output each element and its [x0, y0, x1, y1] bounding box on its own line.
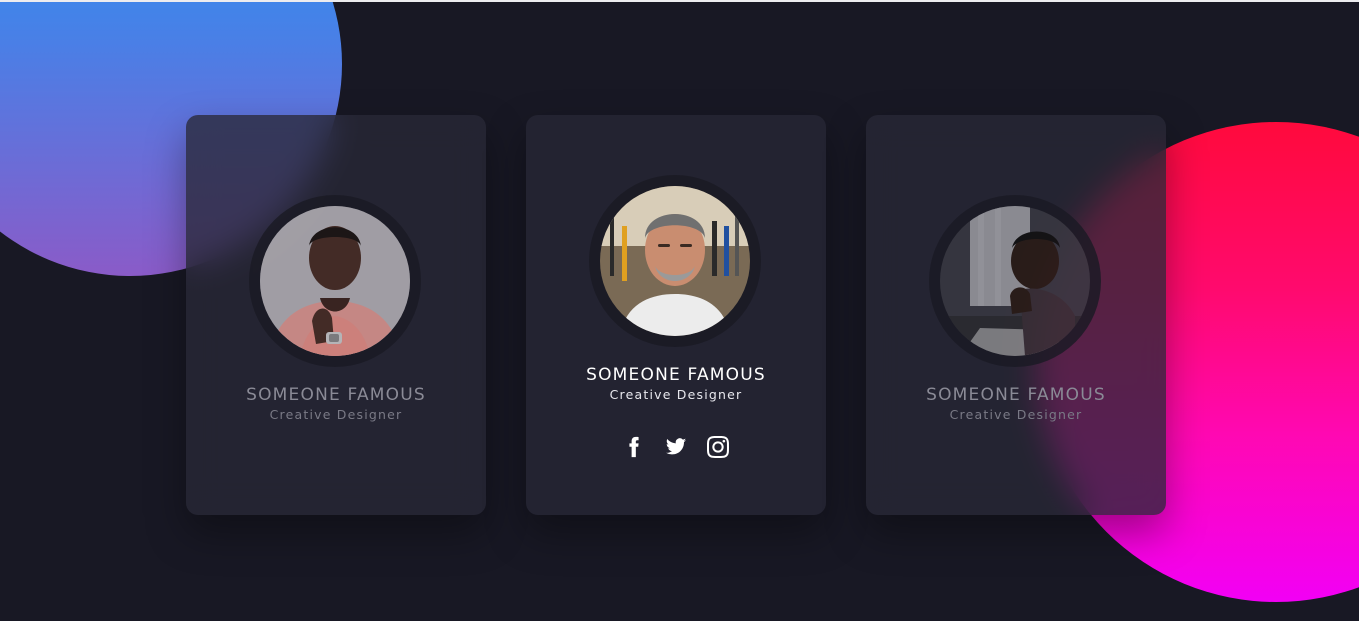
facebook-icon [629, 436, 639, 458]
page: SOMEONE FAMOUS Creative Designer SOMEONE [0, 0, 1359, 621]
instagram-icon [707, 436, 729, 458]
card-role: Creative Designer [609, 387, 743, 402]
avatar-frame [249, 195, 421, 367]
avatar-photo-1 [260, 206, 410, 356]
facebook-link[interactable] [622, 435, 646, 459]
profile-card-1[interactable]: SOMEONE FAMOUS Creative Designer [186, 115, 486, 515]
social-links [526, 435, 826, 459]
avatar-photo-3 [940, 206, 1090, 356]
instagram-link[interactable] [706, 435, 730, 459]
card-name: SOMEONE FAMOUS [926, 385, 1106, 405]
card-name: SOMEONE FAMOUS [586, 365, 766, 385]
profile-card-3[interactable]: SOMEONE FAMOUS Creative Designer [866, 115, 1166, 515]
avatar-photo-2 [600, 186, 750, 336]
profile-card-2[interactable]: SOMEONE FAMOUS Creative Designer [526, 115, 826, 515]
top-border [0, 0, 1359, 2]
card-name: SOMEONE FAMOUS [246, 385, 426, 405]
avatar-frame [589, 175, 761, 347]
card-role: Creative Designer [949, 407, 1083, 422]
twitter-icon [665, 438, 687, 455]
twitter-link[interactable] [664, 435, 688, 459]
card-role: Creative Designer [269, 407, 403, 422]
avatar-frame [929, 195, 1101, 367]
